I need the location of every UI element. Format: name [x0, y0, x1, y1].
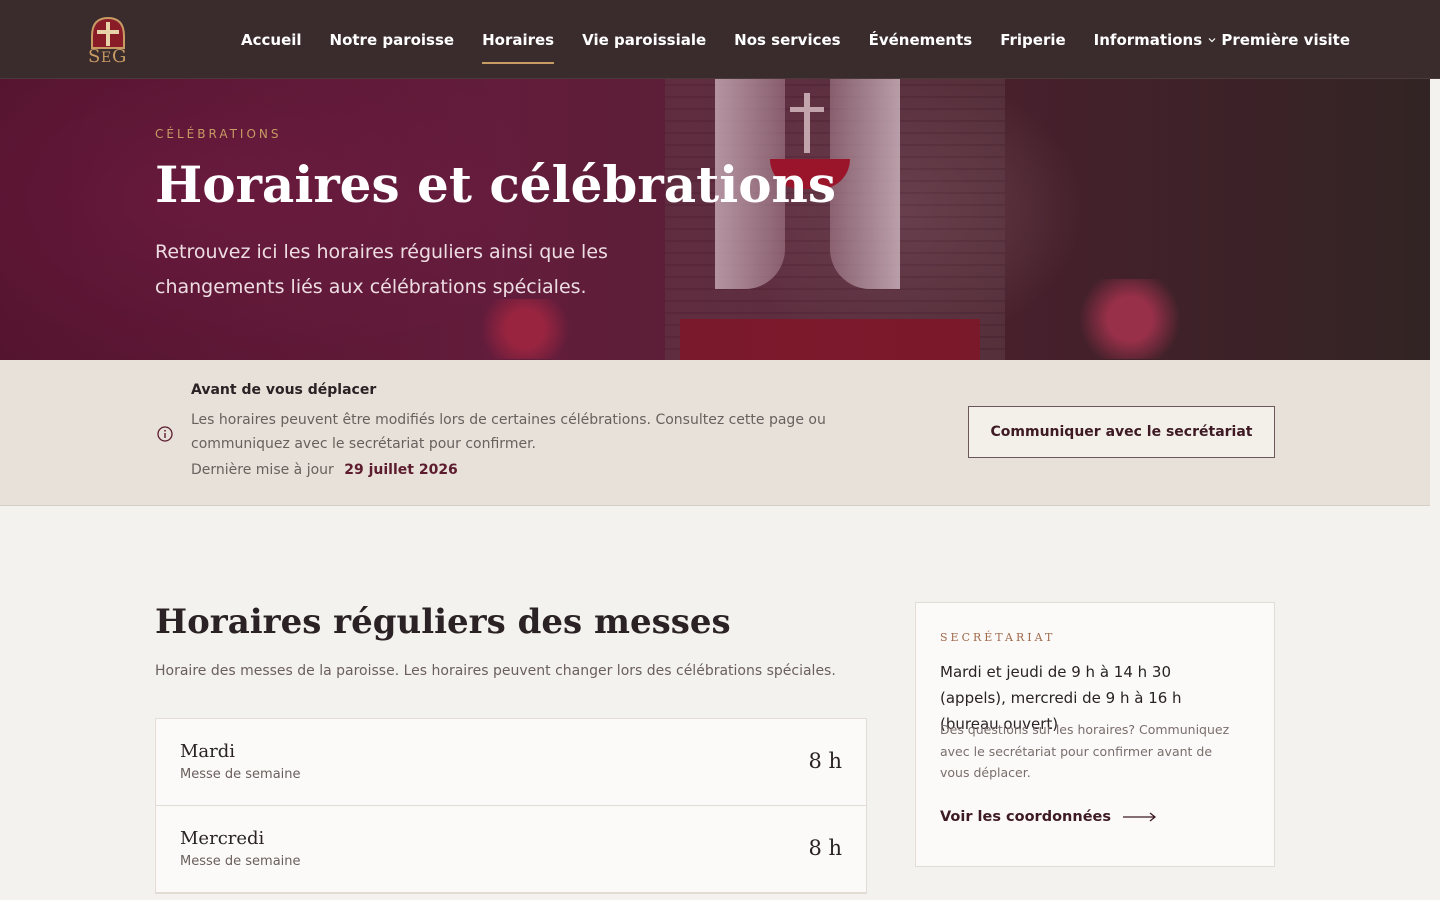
schedule-description: Horaire des messes de la paroisse. Les h…	[155, 663, 836, 679]
mass-type: Messe de semaine	[180, 767, 301, 782]
mass-time: 8 h	[808, 836, 842, 860]
mass-type: Messe de semaine	[180, 854, 301, 869]
nav-informations[interactable]: Informations	[1094, 0, 1216, 79]
nav-accueil[interactable]: Accueil	[241, 0, 302, 79]
nav-friperie[interactable]: Friperie	[1000, 0, 1065, 79]
hero-overlay	[0, 79, 1430, 360]
view-contact-label: Voir les coordonnées	[940, 809, 1111, 825]
last-updated: Dernière mise à jour 29 juillet 2026	[191, 462, 458, 478]
parish-logo[interactable]: S E G	[84, 14, 132, 66]
last-updated-date: 29 juillet 2026	[344, 462, 458, 478]
page-title: Horaires et célébrations	[155, 155, 837, 214]
main-menu: Accueil Notre paroisse Horaires Vie paro…	[241, 0, 1244, 79]
view-contact-link[interactable]: Voir les coordonnées	[940, 809, 1157, 825]
first-visit-link[interactable]: Première visite	[1221, 0, 1350, 79]
top-navigation: S E G Accueil Notre paroisse Horaires Vi…	[0, 0, 1440, 79]
mass-row: Mardi Messe de semaine 8 h	[156, 719, 866, 806]
mass-day: Mercredi	[180, 828, 265, 849]
nav-horaires[interactable]: Horaires	[482, 0, 555, 79]
nav-vie-paroissiale[interactable]: Vie paroissiale	[582, 0, 706, 79]
mass-row: Mercredi Messe de semaine 8 h	[156, 806, 866, 893]
nav-evenements[interactable]: Événements	[869, 0, 973, 79]
svg-text:E: E	[101, 50, 111, 66]
secretariat-card: SECRÉTARIAT Mardi et jeudi de 9 h à 14 h…	[915, 602, 1275, 867]
nav-informations-label: Informations	[1093, 30, 1203, 49]
nav-nos-services[interactable]: Nos services	[734, 0, 840, 79]
last-updated-label: Dernière mise à jour	[191, 462, 334, 478]
info-icon	[157, 426, 173, 442]
chevron-down-icon	[1208, 37, 1216, 42]
schedule-title: Horaires réguliers des messes	[155, 602, 731, 642]
nav-notre-paroisse[interactable]: Notre paroisse	[330, 0, 455, 79]
hero-eyebrow: CÉLÉBRATIONS	[155, 127, 282, 141]
hero-banner: CÉLÉBRATIONS Horaires et célébrations Re…	[0, 79, 1430, 360]
mass-schedule-list: Mardi Messe de semaine 8 h Mercredi Mess…	[155, 718, 867, 894]
mass-day: Mardi	[180, 741, 236, 762]
svg-text:S: S	[88, 46, 100, 66]
mass-time: 8 h	[808, 749, 842, 773]
secretariat-note: Des questions sur les horaires? Communiq…	[940, 722, 1230, 780]
svg-text:G: G	[112, 46, 126, 66]
secretariat-eyebrow: SECRÉTARIAT	[940, 631, 1056, 644]
hero-subtitle: Retrouvez ici les horaires réguliers ain…	[155, 241, 608, 298]
notice-title: Avant de vous déplacer	[191, 382, 377, 398]
contact-secretariat-button[interactable]: Communiquer avec le secrétariat	[968, 406, 1275, 458]
notice-text: Les horaires peuvent être modifiés lors …	[191, 412, 826, 452]
arrow-right-icon	[1123, 812, 1157, 822]
